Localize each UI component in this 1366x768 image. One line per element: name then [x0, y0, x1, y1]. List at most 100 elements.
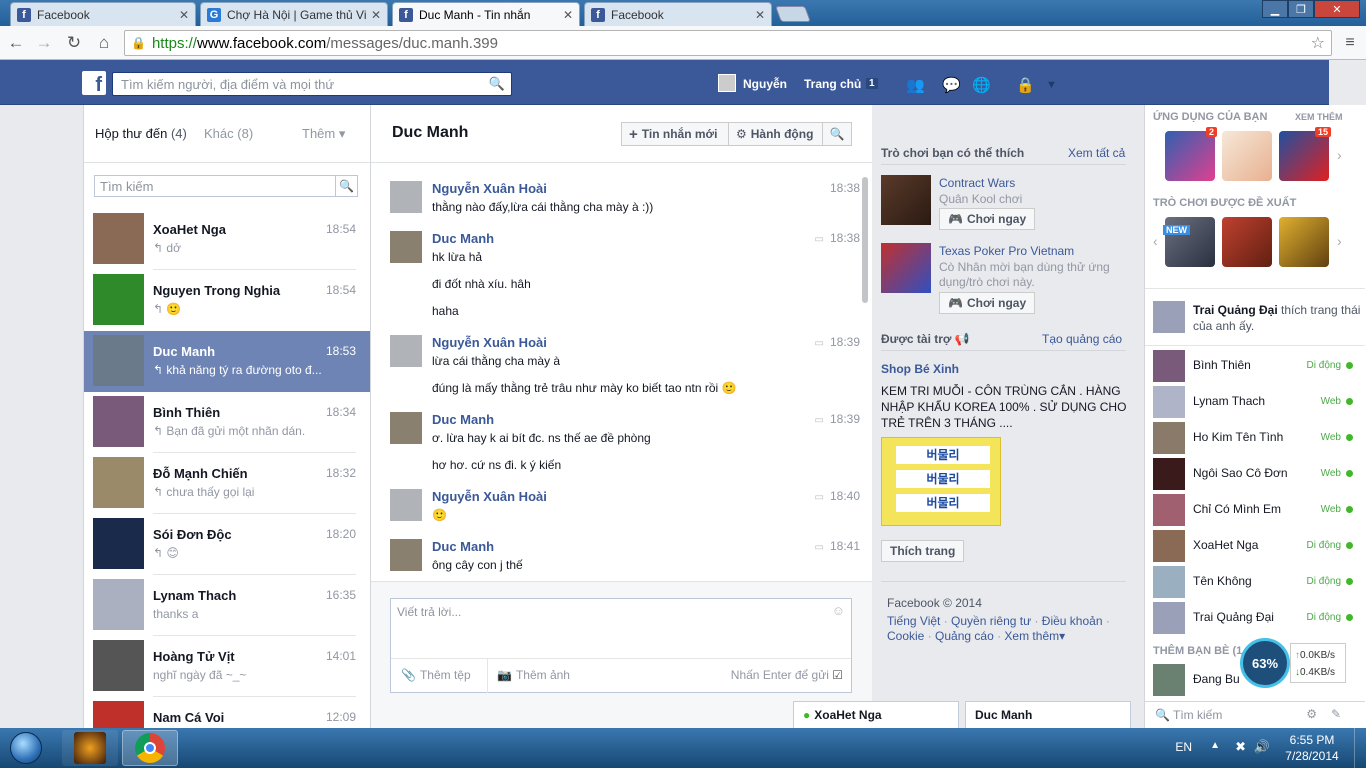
window-close-button[interactable]: ✕: [1314, 0, 1360, 18]
contact-item[interactable]: Ngôi Sao Cô Đơn Web: [1145, 456, 1365, 492]
notifications-globe-icon[interactable]: 🌐: [972, 76, 991, 94]
minimize-button[interactable]: ▁: [1262, 0, 1288, 18]
sidebar-search[interactable]: 🔍 Tìm kiếm ⚙ ✎: [1145, 701, 1365, 728]
avatar[interactable]: [390, 335, 422, 367]
play-now-button[interactable]: 🎮 Chơi ngay: [939, 208, 1036, 230]
sender-name[interactable]: Duc Manh: [432, 412, 494, 427]
thread-item[interactable]: Lynam Thach 16:35 thanks a: [84, 575, 370, 636]
contact-item[interactable]: Bình Thiên Di động: [1145, 348, 1365, 384]
home-icon[interactable]: ⌂: [92, 31, 116, 55]
facebook-search-input[interactable]: Tìm kiếm người, địa điểm và mọi thứ 🔍: [112, 72, 512, 96]
home-link[interactable]: Trang chủ: [804, 77, 861, 91]
enter-to-send-toggle[interactable]: Nhấn Enter để gửi ☑: [731, 668, 843, 682]
language-indicator[interactable]: EN: [1175, 740, 1192, 754]
suggested-game-1[interactable]: NEW: [1163, 217, 1215, 267]
like-page-button[interactable]: Thích trang: [881, 540, 965, 562]
gear-icon[interactable]: ⚙: [1306, 707, 1317, 721]
bookmark-star-icon[interactable]: ☆: [1311, 33, 1325, 53]
avatar[interactable]: [390, 231, 422, 263]
maximize-button[interactable]: ❐: [1288, 0, 1314, 18]
see-more-link[interactable]: XEM THÊM: [1295, 112, 1343, 122]
app-icon-1[interactable]: 2: [1165, 127, 1217, 181]
contact-item[interactable]: XoaHet Nga Di động: [1145, 528, 1365, 564]
ticker-story[interactable]: Trai Quảng Đại thích trang thái của anh …: [1193, 302, 1363, 334]
avatar[interactable]: [1153, 301, 1185, 333]
reply-input[interactable]: Viết trả lời... ☺ 📎 Thêm tệp 📷 Thêm ảnh Nh…: [390, 598, 852, 693]
game-title-texas-poker[interactable]: Texas Poker Pro Vietnam: [939, 244, 1074, 258]
game-title-contract-wars[interactable]: Contract Wars: [939, 176, 1015, 190]
volume-icon[interactable]: 🔊: [1254, 739, 1270, 755]
url-field[interactable]: 🔒 https:// www.facebook.com /messages/du…: [124, 30, 1332, 56]
contact-item[interactable]: Ho Kim Tên Tình Web: [1145, 420, 1365, 456]
thread-item[interactable]: XoaHet Nga 18:54 ↰ dở: [84, 209, 370, 270]
avatar[interactable]: [390, 181, 422, 213]
facebook-logo[interactable]: f: [82, 71, 106, 95]
messages-icon[interactable]: 💬: [942, 76, 961, 94]
new-tab-button[interactable]: [775, 6, 811, 22]
conversation-search-button[interactable]: 🔍: [822, 122, 852, 146]
back-icon[interactable]: ←: [4, 31, 28, 55]
start-button[interactable]: [4, 728, 48, 768]
create-ad-link[interactable]: Tạo quảng cáo: [1042, 332, 1122, 346]
browser-tab-facebook-2[interactable]: f Facebook ✕: [584, 2, 772, 26]
clock-time[interactable]: 6:55 PM: [1282, 733, 1342, 747]
reload-icon[interactable]: ↻: [62, 31, 86, 55]
thread-item[interactable]: Duc Manh 18:53 ↰ khả năng tý ra đường oto …: [84, 331, 370, 392]
chat-tab-xoahet-nga[interactable]: ● XoaHet Nga: [793, 701, 959, 728]
contact-item[interactable]: Lynam Thach Web: [1145, 384, 1365, 420]
privacy-lock-icon[interactable]: 🔒: [1016, 76, 1035, 94]
sender-name[interactable]: Nguyễn Xuân Hoài: [432, 489, 547, 504]
chevron-down-icon[interactable]: ▼: [1046, 79, 1064, 95]
thread-item[interactable]: Nguyen Trong Nghia 18:54 ↰ 🙂: [84, 270, 370, 331]
profile-avatar[interactable]: [718, 74, 736, 92]
taskbar-app-game[interactable]: [62, 730, 118, 766]
network-x-icon[interactable]: ✖: [1235, 739, 1246, 755]
texas-poker-thumbnail[interactable]: [881, 243, 931, 293]
compose-icon[interactable]: ✎: [1331, 707, 1341, 721]
thread-item[interactable]: Hoàng Tử Vịt 14:01 nghĩ ngày đã ~_~: [84, 636, 370, 697]
network-meter[interactable]: 63%: [1240, 638, 1290, 688]
app-icon-2[interactable]: [1222, 131, 1272, 181]
browser-tab-cho-ha-noi[interactable]: G Chợ Hà Nội | Game thủ Vi ✕: [200, 2, 388, 26]
thread-item[interactable]: Sói Đơn Độc 18:20 ↰ 😊: [84, 514, 370, 575]
contact-item[interactable]: Tên Không Di động: [1145, 564, 1365, 600]
search-icon[interactable]: 🔍: [489, 76, 505, 92]
friend-requests-icon[interactable]: 👥: [906, 76, 925, 94]
actions-button[interactable]: ⚙ Hành động: [728, 122, 823, 146]
browser-tab-facebook-1[interactable]: f Facebook ✕: [10, 2, 196, 26]
contact-item[interactable]: Trai Quảng Đại Di động: [1145, 600, 1365, 636]
close-icon[interactable]: ✕: [371, 8, 381, 22]
sender-name[interactable]: Duc Manh: [432, 231, 494, 246]
other-tab[interactable]: Khác (8): [204, 126, 253, 141]
sender-name[interactable]: Duc Manh: [432, 539, 494, 554]
clock-date[interactable]: 7/28/2014: [1282, 749, 1342, 763]
thread-item[interactable]: Bình Thiên 18:34 ↰ Bạn đã gửi một nhãn dán…: [84, 392, 370, 453]
profile-link[interactable]: Nguyễn: [743, 77, 787, 91]
emoticon-icon[interactable]: ☺: [832, 603, 845, 618]
browser-tab-duc-manh[interactable]: f Duc Manh - Tin nhắn ✕: [392, 2, 580, 26]
forward-icon[interactable]: →: [32, 31, 56, 55]
sender-name[interactable]: Nguyễn Xuân Hoài: [432, 181, 547, 196]
suggested-game-3[interactable]: [1279, 217, 1329, 267]
avatar[interactable]: [390, 412, 422, 444]
close-icon[interactable]: ✕: [179, 8, 189, 22]
suggested-game-2[interactable]: [1222, 217, 1272, 267]
show-desktop-button[interactable]: [1354, 728, 1366, 768]
inbox-tab[interactable]: Hộp thư đến (4): [95, 126, 187, 141]
avatar[interactable]: [390, 539, 422, 571]
add-files-button[interactable]: 📎 Thêm tệp: [401, 668, 471, 682]
close-icon[interactable]: ✕: [563, 8, 573, 22]
app-icon-3[interactable]: 15: [1279, 127, 1331, 181]
chevron-left-icon[interactable]: ‹: [1153, 233, 1158, 249]
contract-wars-thumbnail[interactable]: [881, 175, 931, 225]
taskbar-app-chrome[interactable]: [122, 730, 178, 766]
sender-name[interactable]: Nguyễn Xuân Hoài: [432, 335, 547, 350]
add-photos-button[interactable]: 📷 Thêm ảnh: [497, 668, 570, 682]
contact-item[interactable]: Chỉ Có Mình Em Web: [1145, 492, 1365, 528]
tray-expand-icon[interactable]: ▲: [1210, 740, 1220, 751]
chevron-right-icon[interactable]: ›: [1337, 147, 1342, 163]
avatar[interactable]: [390, 489, 422, 521]
thread-item[interactable]: Đỗ Mạnh Chiến 18:32 ↰ chưa thấy gọi lại: [84, 453, 370, 514]
play-now-button[interactable]: 🎮 Chơi ngay: [939, 292, 1036, 314]
inbox-search-input[interactable]: Tìm kiếm 🔍: [94, 175, 358, 197]
